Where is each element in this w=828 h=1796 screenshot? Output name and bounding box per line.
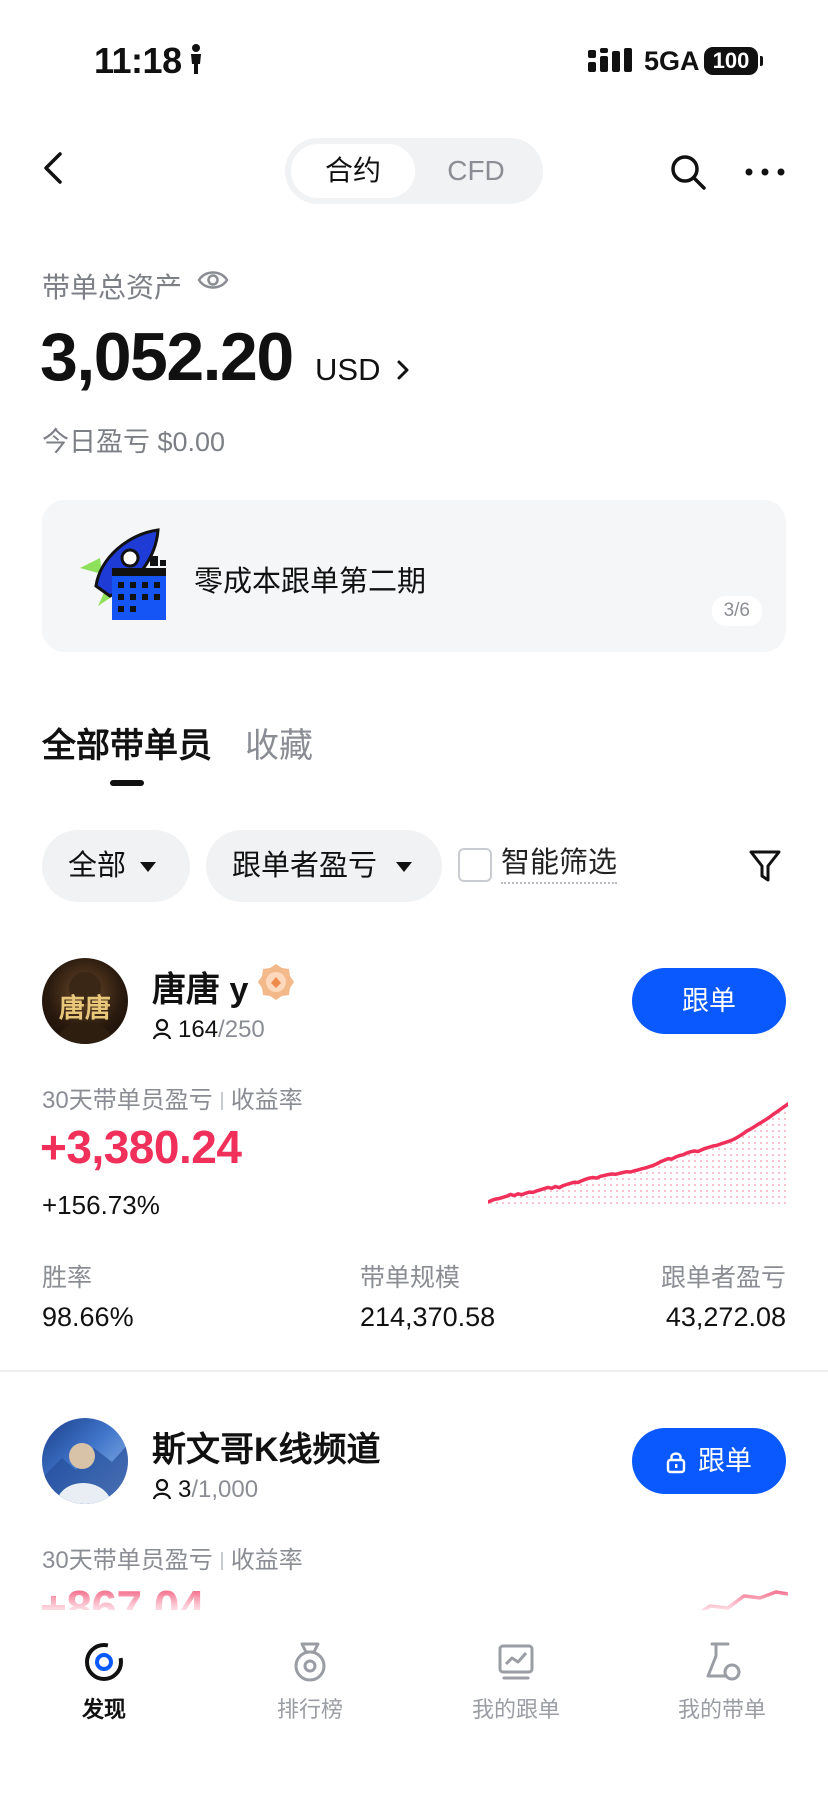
lock-icon — [666, 1432, 686, 1498]
copy-trade-button[interactable]: 跟单 — [632, 968, 786, 1034]
smart-filter-checkbox[interactable] — [458, 848, 492, 882]
promo-banner[interactable]: 零成本跟单第二期 3/6 — [42, 500, 786, 652]
label-separator — [220, 1092, 223, 1110]
ranking-icon — [294, 1642, 326, 1682]
label-separator — [220, 1552, 223, 1570]
pnl-value: +3,380.24 — [40, 1121, 242, 1173]
stat-follower-pnl: 跟单者盈亏 43,272.08 — [661, 1258, 786, 1333]
nav-label: 发现 — [81, 1697, 126, 1722]
stat-win-rate: 胜率 98.66% — [42, 1258, 134, 1333]
search-icon[interactable] — [668, 152, 708, 197]
battery-tip — [760, 56, 763, 66]
pnl-sparkline — [488, 1102, 788, 1208]
follower-current: 3 — [178, 1476, 192, 1503]
trader-card[interactable]: 斯文哥K线频道 3/1,000 跟单 30天带单员盈亏 收益率 +867.04 — [0, 1418, 828, 1638]
stat-label: 跟单者盈亏 — [660, 1264, 786, 1292]
filter-all-label: 全部 — [68, 850, 127, 882]
signal-icon — [588, 48, 636, 79]
filter-icon[interactable] — [748, 848, 782, 889]
total-assets-value[interactable]: 3,052.20 — [40, 318, 294, 396]
copy-trade-locked-button[interactable]: 跟单 — [632, 1428, 786, 1494]
pnl-label: 30天带单员盈亏 收益率 — [42, 1080, 303, 1115]
my-lead-icon — [706, 1642, 741, 1681]
trader-name[interactable]: 斯文哥K线频道 — [152, 1422, 381, 1471]
trader-card[interactable]: 唐唐 唐唐 y 164/250 跟单 30天带单员盈亏 收益率 +3,380.24… — [0, 958, 828, 1338]
status-bar: 11:18 5GA 100 — [0, 0, 828, 120]
banner-page-indicator: 3/6 — [711, 596, 762, 626]
medal-icon — [256, 962, 296, 1007]
avatar-text: 唐唐 — [58, 994, 111, 1024]
battery-indicator: 100 — [704, 47, 758, 75]
caret-down-icon — [140, 862, 156, 872]
user-icon — [152, 1018, 172, 1047]
rate-label: 收益率 — [230, 1087, 303, 1114]
discover-icon — [85, 1642, 124, 1681]
smart-filter-label[interactable]: 智能筛选 — [501, 846, 618, 884]
more-icon[interactable] — [744, 164, 786, 182]
avatar[interactable] — [42, 1418, 128, 1504]
pnl-period-label: 30天带单员盈亏 — [42, 1087, 213, 1114]
nav-label: 我的跟单 — [471, 1697, 560, 1722]
total-assets-unit[interactable]: USD — [315, 352, 380, 388]
stat-value: 98.66% — [42, 1302, 134, 1332]
eye-icon[interactable] — [197, 266, 229, 299]
stat-value: 43,272.08 — [665, 1302, 786, 1332]
tab-favorites[interactable]: 收藏 — [245, 718, 313, 767]
follower-count: 164/250 — [152, 1016, 265, 1047]
segment-cfd[interactable]: CFD — [415, 144, 537, 198]
pnl-label: 30天带单员盈亏 收益率 — [42, 1540, 303, 1575]
nav-my-lead[interactable]: 我的带单 — [642, 1640, 802, 1724]
pnl-period-label: 30天带单员盈亏 — [42, 1547, 213, 1574]
bottom-nav: 发现 排行榜 我的跟单 我的带单 — [0, 1610, 828, 1796]
rate-label: 收益率 — [230, 1547, 303, 1574]
banner-title: 零成本跟单第二期 — [194, 566, 427, 598]
nav-label: 排行榜 — [276, 1697, 343, 1722]
back-icon[interactable] — [40, 150, 68, 191]
total-assets-label: 带单总资产 — [42, 272, 183, 303]
follower-count: 3/1,000 — [152, 1476, 258, 1507]
avatar[interactable]: 唐唐 — [42, 958, 128, 1044]
network-type: 5GA — [644, 46, 700, 76]
roi-value: +156.73% — [42, 1190, 160, 1220]
filter-sort-label: 跟单者盈亏 — [232, 850, 378, 882]
stat-value: 214,370.58 — [360, 1302, 496, 1332]
tab-indicator — [110, 780, 144, 786]
segment-contract[interactable]: 合约 — [291, 144, 415, 198]
filter-sort-dropdown[interactable]: 跟单者盈亏 — [206, 830, 442, 902]
rocket-icon — [78, 528, 178, 629]
person-icon — [188, 44, 204, 79]
copy-trade-label: 跟单 — [698, 1446, 752, 1476]
follower-current: 164 — [178, 1016, 219, 1043]
follower-capacity: /250 — [218, 1016, 265, 1043]
my-copy-icon — [498, 1644, 534, 1680]
card-divider — [0, 1370, 828, 1372]
trader-name[interactable]: 唐唐 y — [152, 962, 248, 1011]
user-icon — [152, 1478, 172, 1507]
stat-scale: 带单规模 214,370.58 — [360, 1258, 495, 1333]
status-time: 11:18 — [94, 40, 182, 81]
nav-label: 我的带单 — [677, 1697, 766, 1722]
nav-ranking[interactable]: 排行榜 — [230, 1640, 390, 1724]
tab-all-traders[interactable]: 全部带单员 — [42, 718, 212, 767]
copy-trade-label: 跟单 — [682, 986, 736, 1016]
stat-label: 胜率 — [42, 1264, 93, 1292]
nav-my-copy[interactable]: 我的跟单 — [436, 1640, 596, 1724]
today-pnl: 今日盈亏 $0.00 — [42, 427, 226, 457]
filter-all-dropdown[interactable]: 全部 — [42, 830, 190, 902]
caret-down-icon — [396, 862, 412, 872]
product-segment-control: 合约 CFD — [285, 138, 543, 204]
chevron-right-icon[interactable] — [395, 358, 411, 387]
stat-label: 带单规模 — [360, 1264, 461, 1292]
nav-discover[interactable]: 发现 — [24, 1640, 184, 1724]
follower-capacity: /1,000 — [191, 1476, 259, 1503]
